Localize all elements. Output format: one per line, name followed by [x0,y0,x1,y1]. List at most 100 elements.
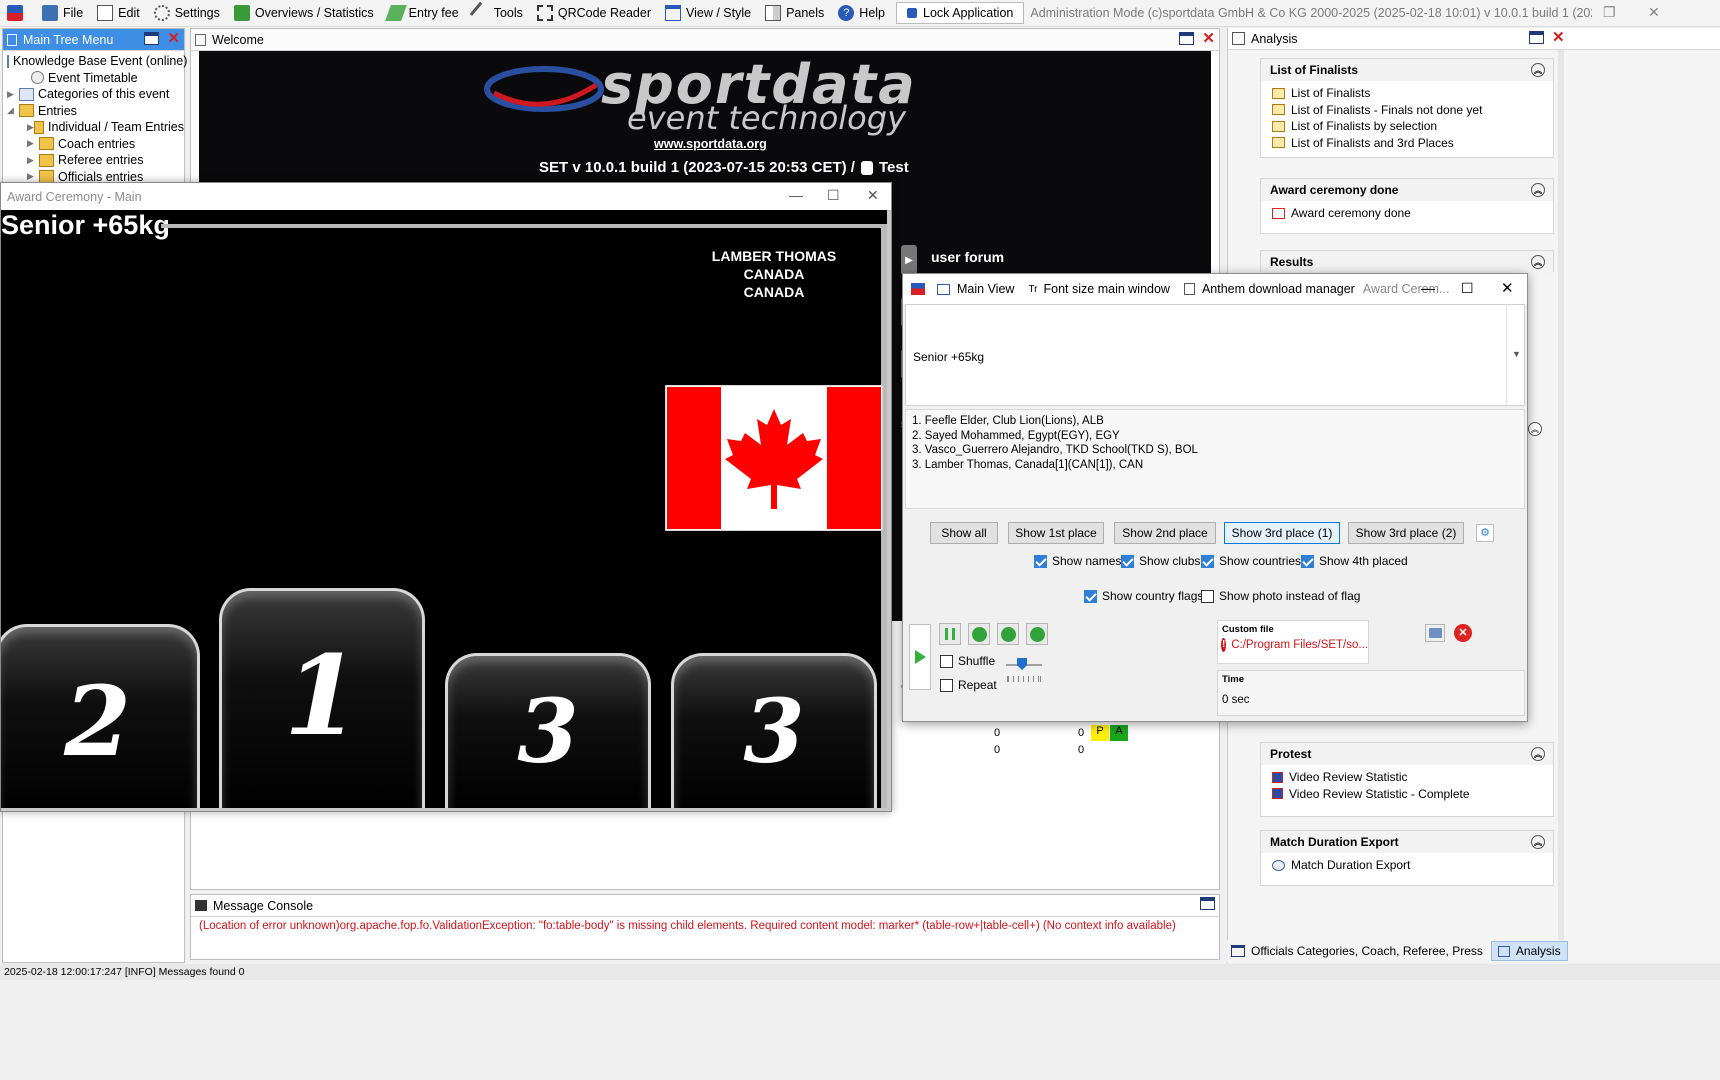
collapse-icon[interactable]: ︽ [1531,835,1545,849]
custom-file-box[interactable]: Custom file ! C:/Program Files/SET/so... [1217,620,1369,664]
show-names-checkbox[interactable]: Show names [1034,554,1121,568]
close-icon[interactable]: ✕ [1552,30,1565,45]
show-all-button[interactable]: Show all [930,522,998,544]
group-header[interactable]: Award ceremony done ︽ [1261,179,1553,201]
list-item[interactable]: 3. Lamber Thomas, Canada[1](CAN[1]), CAN [912,458,1518,473]
minimize-button[interactable]: — [1421,280,1435,296]
pause-button[interactable] [939,623,961,645]
menu-view-style[interactable]: View / Style [658,0,758,27]
menu-edit[interactable]: Edit [90,0,147,27]
repeat-checkbox[interactable]: Repeat [940,678,997,692]
menu-overviews[interactable]: Overviews / Statistics [227,0,381,27]
expand-icon[interactable]: ▶ [27,122,34,133]
window-close-button[interactable]: ✕ [1648,4,1660,21]
tree-item-categories[interactable]: ▶ Categories of this event [7,86,184,103]
scrollbar[interactable] [1558,50,1564,950]
list-item[interactable]: Award ceremony done [1261,205,1553,222]
main-tree-title: Main Tree Menu ✕ [3,29,184,51]
menu-qrcode[interactable]: QRCode Reader [530,0,658,27]
close-button[interactable]: ✕ [1501,279,1514,297]
menu-help[interactable]: ? Help [831,0,892,27]
website-link[interactable]: www.sportdata.org [654,137,767,151]
list-item[interactable]: Video Review Statistic - Complete [1261,786,1553,803]
tree-item-referee[interactable]: ▶ Referee entries [7,152,184,169]
maximize-button[interactable]: ☐ [827,187,840,204]
list-item[interactable]: Video Review Statistic [1261,769,1553,786]
list-item[interactable]: List of Finalists - Finals not done yet [1261,102,1553,119]
user-forum-link[interactable]: user forum [931,249,1004,265]
tree-item-entries[interactable]: ◢ Entries [7,103,184,120]
volume-slider-thumb[interactable] [1017,658,1027,670]
tree-item-knowledge-base[interactable]: Knowledge Base Event (online) [7,53,187,70]
app-icon[interactable] [0,0,35,27]
menu-entry-fee[interactable]: Entry fee [381,0,466,27]
tree-item-coach[interactable]: ▶ Coach entries [7,136,184,153]
console-error-message: (Location of error unknown)org.apache.fo… [199,920,1176,932]
settings-icon[interactable]: ⚙ [1476,524,1494,542]
maximize-icon[interactable] [1200,897,1215,910]
shuffle-checkbox[interactable]: Shuffle [940,654,995,668]
open-folder-button[interactable] [1425,624,1445,642]
expand-icon[interactable]: ▶ [7,89,19,100]
time-value: 0 sec [1222,694,1250,706]
list-item[interactable]: 1. Feefle Elder, Club Lion(Lions), ALB [912,414,1518,429]
list-item[interactable]: Match Duration Export [1261,857,1553,874]
show-country-flags-checkbox[interactable]: Show country flags [1084,589,1203,603]
expand-icon[interactable]: ▶ [27,155,39,166]
chevron-down-icon[interactable]: ▼ [1512,349,1521,359]
replay-button[interactable] [968,623,990,645]
tree-item-timetable[interactable]: Event Timetable [7,70,184,87]
collapse-icon[interactable]: ︽ [1528,422,1542,436]
previous-button[interactable] [997,623,1019,645]
menu-settings[interactable]: Settings [147,0,227,27]
list-item[interactable]: 3. Vasco_Guerrero Alejandro, TKD School(… [912,443,1518,458]
maximize-button[interactable]: ☐ [1461,280,1474,297]
category-select[interactable]: Senior +65kg ▼ [905,304,1525,406]
close-icon[interactable]: ✕ [1202,31,1215,46]
show-3rd-place-2-button[interactable]: Show 3rd place (2) [1348,522,1464,544]
show-4th-placed-checkbox[interactable]: Show 4th placed [1301,554,1408,568]
play-button[interactable] [909,624,931,690]
clear-file-button[interactable]: ✕ [1454,624,1472,642]
collapse-icon[interactable]: ︽ [1531,255,1545,269]
close-button[interactable]: ✕ [867,187,879,204]
group-header[interactable]: List of Finalists ︽ [1261,59,1553,81]
list-item[interactable]: List of Finalists [1261,85,1553,102]
font-size-menu[interactable]: Tr Font size main window [1028,282,1170,296]
tree-item-individual-team[interactable]: ▶ Individual / Team Entries [7,119,184,136]
next-button[interactable] [1026,623,1048,645]
expand-icon[interactable]: ▶ [27,138,39,149]
maximize-icon[interactable] [1179,32,1195,45]
show-clubs-checkbox[interactable]: Show clubs [1121,554,1200,568]
tab-officials[interactable]: Officials Categories, Coach, Referee, Pr… [1251,944,1483,958]
show-2nd-place-button[interactable]: Show 2nd place [1114,522,1216,544]
show-countries-checkbox[interactable]: Show countries [1201,554,1301,568]
menu-file[interactable]: File [35,0,90,27]
expand-icon[interactable]: ▶ [27,171,39,182]
group-header[interactable]: Results ︽ [1261,251,1553,273]
maximize-icon[interactable] [1529,31,1544,44]
main-view-menu[interactable]: Main View [937,282,1014,296]
group-header[interactable]: Protest ︽ [1261,743,1553,765]
collapse-icon[interactable]: ︽ [1531,183,1545,197]
anthem-download-menu[interactable]: Anthem download manager [1183,282,1355,296]
show-1st-place-button[interactable]: Show 1st place [1008,522,1104,544]
minimize-button[interactable]: — [789,187,803,203]
collapse-icon[interactable]: ◢ [7,105,19,116]
tab-analysis[interactable]: Analysis [1490,941,1568,961]
maximize-icon[interactable] [144,32,160,45]
show-photo-checkbox[interactable]: Show photo instead of flag [1201,589,1360,603]
menu-panels[interactable]: Panels [758,0,831,27]
show-3rd-place-1-button[interactable]: Show 3rd place (1) [1224,522,1340,544]
collapse-icon[interactable]: ︽ [1531,747,1545,761]
list-item[interactable]: List of Finalists by selection [1261,118,1553,135]
list-item[interactable]: List of Finalists and 3rd Places [1261,135,1553,152]
group-header[interactable]: Match Duration Export ︽ [1261,831,1553,853]
list-item[interactable]: 2. Sayed Mohammed, Egypt(EGY), EGY [912,429,1518,444]
arrow-icon[interactable]: ▶ [901,245,917,275]
collapse-icon[interactable]: ︽ [1531,63,1545,77]
menu-tools[interactable]: Tools [466,0,530,27]
window-restore-button[interactable]: ❐ [1603,4,1616,21]
close-icon[interactable]: ✕ [167,31,180,46]
lock-application-button[interactable]: Lock Application [896,2,1025,24]
